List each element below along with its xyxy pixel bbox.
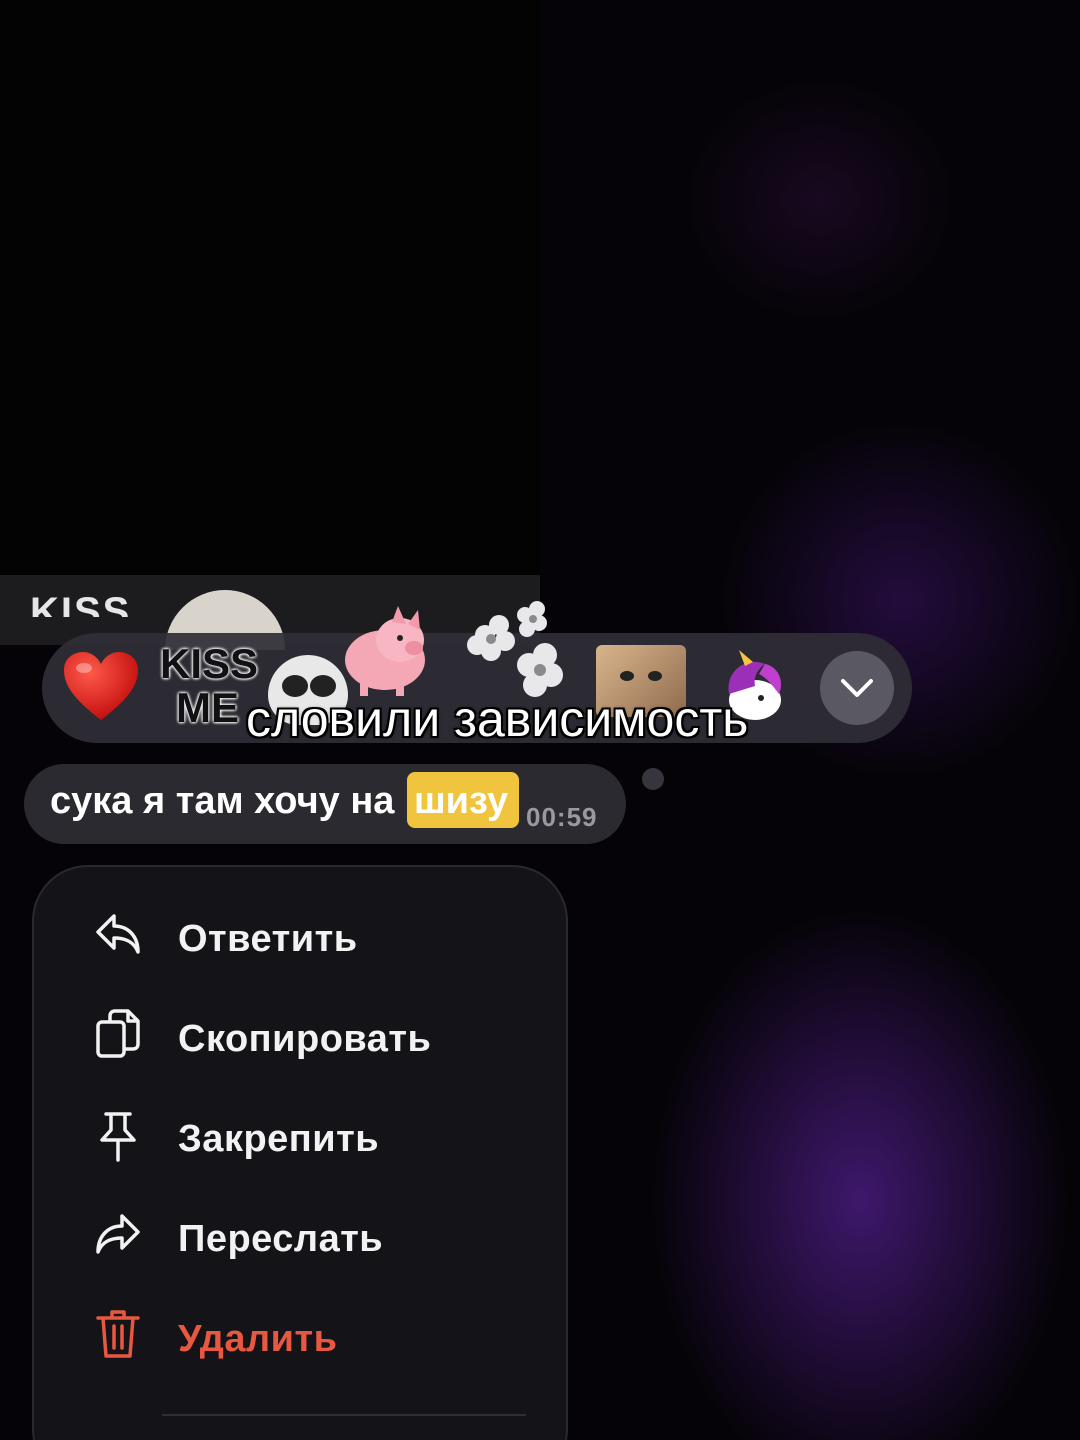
menu-divider bbox=[162, 1414, 526, 1416]
trash-icon bbox=[94, 1308, 142, 1360]
bubble-tail-dot bbox=[642, 768, 664, 790]
background-overlay bbox=[0, 0, 540, 580]
menu-item-pin[interactable]: Закрепить bbox=[32, 1100, 532, 1180]
heart-icon[interactable] bbox=[62, 650, 140, 724]
chevron-down-icon bbox=[841, 679, 873, 697]
menu-label-pin: Закрепить bbox=[178, 1118, 380, 1160]
pin-icon bbox=[94, 1110, 142, 1162]
copy-icon bbox=[94, 1008, 142, 1060]
flower-sticker[interactable] bbox=[455, 595, 575, 705]
message-highlighted-word: шизу bbox=[414, 780, 509, 822]
menu-item-delete[interactable]: Удалить bbox=[32, 1300, 532, 1380]
message-timestamp: 00:59 bbox=[526, 802, 598, 832]
menu-item-copy[interactable]: Скопировать bbox=[32, 1000, 532, 1080]
menu-label-reply: Ответить bbox=[178, 918, 358, 960]
reply-icon bbox=[94, 912, 142, 964]
expand-reactions-button[interactable] bbox=[820, 651, 894, 725]
menu-label-delete: Удалить bbox=[178, 1318, 338, 1360]
menu-item-reply[interactable]: Ответить bbox=[32, 900, 532, 980]
kiss-me-sticker[interactable]: KISS ME bbox=[160, 642, 260, 742]
menu-label-forward: Переслать bbox=[178, 1218, 384, 1260]
overlay-caption: словили зависимость bbox=[246, 691, 749, 747]
pig-sticker[interactable] bbox=[330, 600, 440, 700]
kiss-me-line2: ME bbox=[176, 684, 239, 731]
kiss-me-line1: KISS bbox=[160, 640, 259, 687]
forward-icon bbox=[94, 1212, 142, 1264]
menu-label-copy: Скопировать bbox=[178, 1018, 432, 1060]
menu-item-forward[interactable]: Переслать bbox=[32, 1200, 532, 1280]
message-text: сука я там хочу на bbox=[50, 780, 395, 822]
